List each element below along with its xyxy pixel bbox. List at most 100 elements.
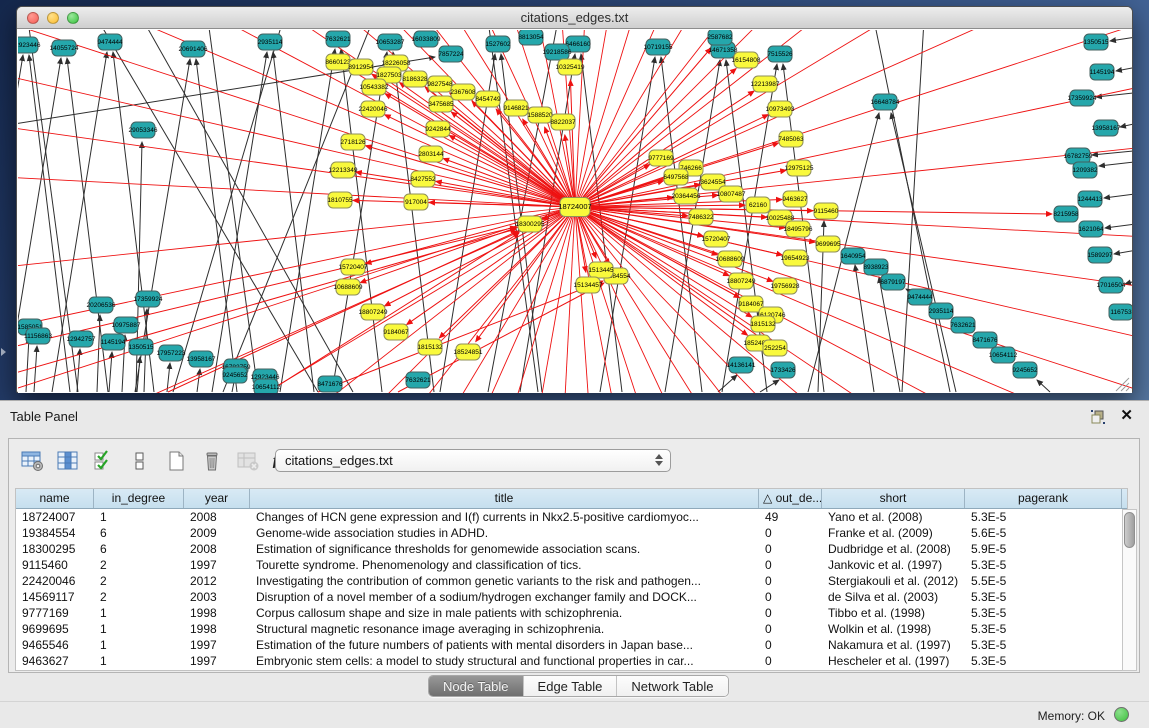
- citation-edge-black[interactable]: [1120, 122, 1132, 127]
- table-cell[interactable]: 1997: [184, 637, 250, 653]
- close-window-button[interactable]: [27, 12, 39, 24]
- table-cell[interactable]: 0: [759, 621, 822, 637]
- table-cell[interactable]: Tibbo et al. (1998): [822, 605, 965, 621]
- table-row[interactable]: 946554611997Estimation of the future num…: [16, 637, 1127, 653]
- citation-edge-black[interactable]: [760, 380, 779, 392]
- table-cell[interactable]: 0: [759, 573, 822, 589]
- table-cell[interactable]: Jankovic et al. (1997): [822, 557, 965, 573]
- citation-edge-black[interactable]: [1104, 193, 1132, 198]
- table-row[interactable]: 946362711997Embryonic stem cells: a mode…: [16, 653, 1127, 669]
- citation-edge-black[interactable]: [874, 30, 950, 392]
- column-header-out_de[interactable]: △ out_de...: [759, 489, 822, 508]
- zoom-window-button[interactable]: [67, 12, 79, 24]
- table-cell[interactable]: Corpus callosum shape and size in male p…: [250, 605, 759, 621]
- citation-edge-black[interactable]: [1105, 223, 1132, 228]
- citation-edge-black[interactable]: [855, 265, 874, 392]
- table-row[interactable]: 1830029562008Estimation of significance …: [16, 541, 1127, 557]
- table-selector-dropdown[interactable]: citations_edges.txt: [275, 449, 671, 472]
- close-panel-icon[interactable]: ✕: [1120, 406, 1133, 424]
- column-header-short[interactable]: short: [822, 489, 965, 508]
- citation-edge-black[interactable]: [34, 346, 37, 392]
- tab-node-table[interactable]: Node Table: [429, 676, 524, 696]
- table-row[interactable]: 1872400712008Changes of HCN gene express…: [16, 509, 1127, 525]
- table-cell[interactable]: 1998: [184, 621, 250, 637]
- table-cell[interactable]: 2012: [184, 573, 250, 589]
- table-cell[interactable]: 0: [759, 637, 822, 653]
- citation-edge-black[interactable]: [1116, 66, 1132, 71]
- table-cell[interactable]: 1: [94, 509, 184, 525]
- citation-edge-black[interactable]: [143, 30, 353, 392]
- window-resize-grip-icon[interactable]: [1126, 388, 1129, 391]
- citation-edge-black[interactable]: [1037, 380, 1050, 392]
- table-cell[interactable]: Genome-wide association studies in ADHD.: [250, 525, 759, 541]
- citation-edge-black[interactable]: [1114, 249, 1132, 254]
- table-cell[interactable]: 18300295: [16, 541, 94, 557]
- float-panel-icon[interactable]: [1089, 408, 1107, 426]
- table-cell[interactable]: Investigating the contribution of common…: [250, 573, 759, 589]
- table-cell[interactable]: 0: [759, 653, 822, 669]
- table-cell[interactable]: 1: [94, 605, 184, 621]
- table-cell[interactable]: 9115460: [16, 557, 94, 573]
- citation-edge-red[interactable]: [575, 207, 782, 255]
- table-cell[interactable]: 2: [94, 557, 184, 573]
- table-cell[interactable]: 1: [94, 653, 184, 669]
- citation-edge-black[interactable]: [1099, 161, 1132, 166]
- table-mode-icon[interactable]: [19, 448, 45, 474]
- table-cell[interactable]: 5.3E-5: [965, 637, 1122, 653]
- table-cell[interactable]: 5.3E-5: [965, 589, 1122, 605]
- table-cell[interactable]: Disruption of a novel member of a sodium…: [250, 589, 759, 605]
- table-cell[interactable]: 1997: [184, 653, 250, 669]
- citation-edge-black[interactable]: [1125, 279, 1132, 284]
- citation-edge-black[interactable]: [488, 30, 538, 392]
- citation-edge-black[interactable]: [197, 369, 200, 392]
- row-height-icon[interactable]: [127, 448, 153, 474]
- new-column-icon[interactable]: [163, 448, 189, 474]
- table-cell[interactable]: Nakamura et al. (1997): [822, 637, 965, 653]
- table-cell[interactable]: 2008: [184, 541, 250, 557]
- table-cell[interactable]: 5.9E-5: [965, 541, 1122, 557]
- table-cell[interactable]: 9465546: [16, 637, 94, 653]
- table-row[interactable]: 1456911722003Disruption of a novel membe…: [16, 589, 1127, 605]
- table-cell[interactable]: 1: [94, 637, 184, 653]
- table-cell[interactable]: 14569117: [16, 589, 94, 605]
- table-cell[interactable]: Changes of HCN gene expression and I(f) …: [250, 509, 759, 525]
- table-cell[interactable]: 1998: [184, 605, 250, 621]
- table-cell[interactable]: 9777169: [16, 605, 94, 621]
- table-cell[interactable]: 0: [759, 525, 822, 541]
- table-cell[interactable]: Structural magnetic resonance image aver…: [250, 621, 759, 637]
- column-visibility-icon[interactable]: [55, 448, 81, 474]
- table-cell[interactable]: 5.3E-5: [965, 509, 1122, 525]
- citation-edge-black[interactable]: [879, 277, 900, 392]
- citation-edge-black[interactable]: [196, 59, 237, 392]
- table-cell[interactable]: 5.5E-5: [965, 573, 1122, 589]
- delete-column-icon[interactable]: [199, 448, 225, 474]
- table-cell[interactable]: 9699695: [16, 621, 94, 637]
- citation-edge-black[interactable]: [718, 375, 737, 392]
- table-cell[interactable]: 18724007: [16, 509, 94, 525]
- table-cell[interactable]: 5.3E-5: [965, 653, 1122, 669]
- table-cell[interactable]: Hescheler et al. (1997): [822, 653, 965, 669]
- tab-network-table[interactable]: Network Table: [617, 676, 727, 696]
- column-header-pagerank[interactable]: pagerank: [965, 489, 1122, 508]
- table-row[interactable]: 977716911998Corpus callosum shape and si…: [16, 605, 1127, 621]
- scrollbar-thumb[interactable]: [1124, 512, 1135, 548]
- table-cell[interactable]: Stergiakouli et al. (2012): [822, 573, 965, 589]
- table-cell[interactable]: Estimation of significance thresholds fo…: [250, 541, 759, 557]
- table-cell[interactable]: de Silva et al. (2003): [822, 589, 965, 605]
- citation-edge-red[interactable]: [318, 281, 603, 392]
- table-cell[interactable]: 5.6E-5: [965, 525, 1122, 541]
- column-header-in_degree[interactable]: in_degree: [94, 489, 184, 508]
- table-cell[interactable]: 0: [759, 541, 822, 557]
- column-header-year[interactable]: year: [184, 489, 250, 508]
- table-cell[interactable]: 2008: [184, 509, 250, 525]
- table-row[interactable]: 969969511998Structural magnetic resonanc…: [16, 621, 1127, 637]
- memory-status-indicator-icon[interactable]: [1114, 707, 1129, 722]
- citation-edge-black[interactable]: [1110, 36, 1132, 41]
- table-row[interactable]: 1938455462009Genome-wide association stu…: [16, 525, 1127, 541]
- table-cell[interactable]: 0: [759, 589, 822, 605]
- table-cell[interactable]: 1: [94, 621, 184, 637]
- citation-edge-red[interactable]: [575, 48, 711, 207]
- citation-edge-black[interactable]: [223, 30, 373, 392]
- table-cell[interactable]: 2: [94, 573, 184, 589]
- citation-edge-black[interactable]: [26, 337, 29, 392]
